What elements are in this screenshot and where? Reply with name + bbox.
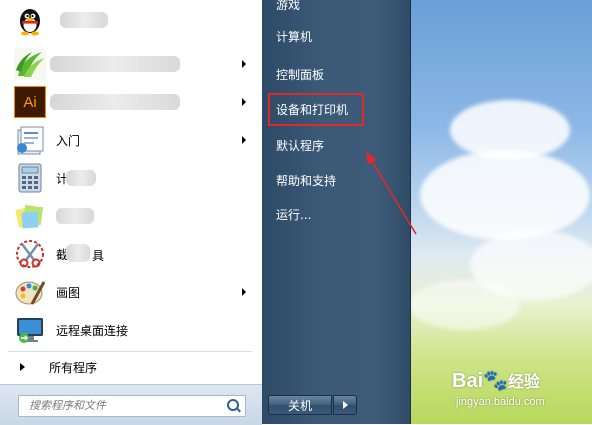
program-item-illustrator[interactable]: Ai [6,84,254,120]
blurred-label [60,12,108,28]
submenu-arrow-icon [242,288,246,296]
submenu-arrow-icon [242,98,246,106]
annotation-highlight-box [268,93,364,126]
calculator-icon [14,162,46,194]
cloud [420,150,590,240]
search-area [0,384,262,425]
snipping-tool-icon [14,238,46,270]
watermark-url: jingyan.baidu.com [456,396,545,408]
program-item-snipping-tool[interactable]: 截 具 [6,236,254,272]
program-item-getting-started[interactable]: 入门 [6,122,254,158]
green-leaf-app-icon [14,48,46,80]
illustrator-icon-text: Ai [23,93,37,111]
program-item-remote-desktop[interactable]: 远程桌面连接 [6,312,254,348]
blurred-label [66,244,90,262]
program-label: 入门 [56,133,81,148]
arrow-right-icon [20,363,25,371]
right-item-default-programs[interactable]: 默认程序 [276,137,324,154]
program-item-calculator[interactable]: 计 [6,160,254,196]
adobe-illustrator-icon: Ai [14,86,46,118]
getting-started-icon [14,124,46,156]
baidu-watermark-logo: Bai🐾经验 [452,368,540,393]
program-item-green-app[interactable] [6,46,254,82]
all-programs-label: 所有程序 [49,360,98,375]
program-list-pane: Ai 入门 计 截 具 画图 远程桌面连接 所有程序 搜索程序和文件 [0,0,263,425]
all-programs-button[interactable]: 所有程序 [6,356,254,378]
separator [8,351,252,352]
submenu-arrow-icon [242,60,246,68]
right-item-computer[interactable]: 计算机 [276,28,312,45]
program-item-qq[interactable] [6,2,254,38]
annotation-arrow-icon [366,151,417,235]
right-item-control-panel[interactable]: 控制面板 [276,66,324,83]
paint-icon [14,276,46,308]
program-label: 画图 [56,285,81,300]
right-item-run[interactable]: 运行... [276,206,311,223]
sticky-notes-icon [14,200,46,232]
program-item-sticky-notes[interactable] [6,198,254,234]
blurred-label [50,94,180,110]
cloud [410,280,520,330]
remote-desktop-icon [14,314,46,346]
submenu-arrow-icon [242,136,246,144]
search-icon[interactable] [227,399,239,411]
watermark-logo-cn: 经验 [508,374,541,391]
blurred-label [66,170,96,186]
paw-icon: 🐾 [483,370,509,392]
program-label-end: 具 [92,249,105,263]
shutdown-button[interactable]: 关机 [268,395,332,415]
blurred-label [56,208,94,224]
right-item-help-support[interactable]: 帮助和支持 [276,172,336,189]
shutdown-options-button[interactable] [333,395,357,415]
blurred-label [50,56,180,72]
desktop-wallpaper [410,0,592,424]
program-item-paint[interactable]: 画图 [6,274,254,310]
arrow-right-icon [343,401,348,409]
qq-penguin-icon [14,4,46,36]
program-label: 远程桌面连接 [56,323,129,338]
search-input[interactable] [19,396,219,414]
search-box[interactable] [18,395,246,417]
watermark-logo-text: Bai [452,370,484,392]
right-item-games[interactable]: 游戏 [276,0,300,13]
